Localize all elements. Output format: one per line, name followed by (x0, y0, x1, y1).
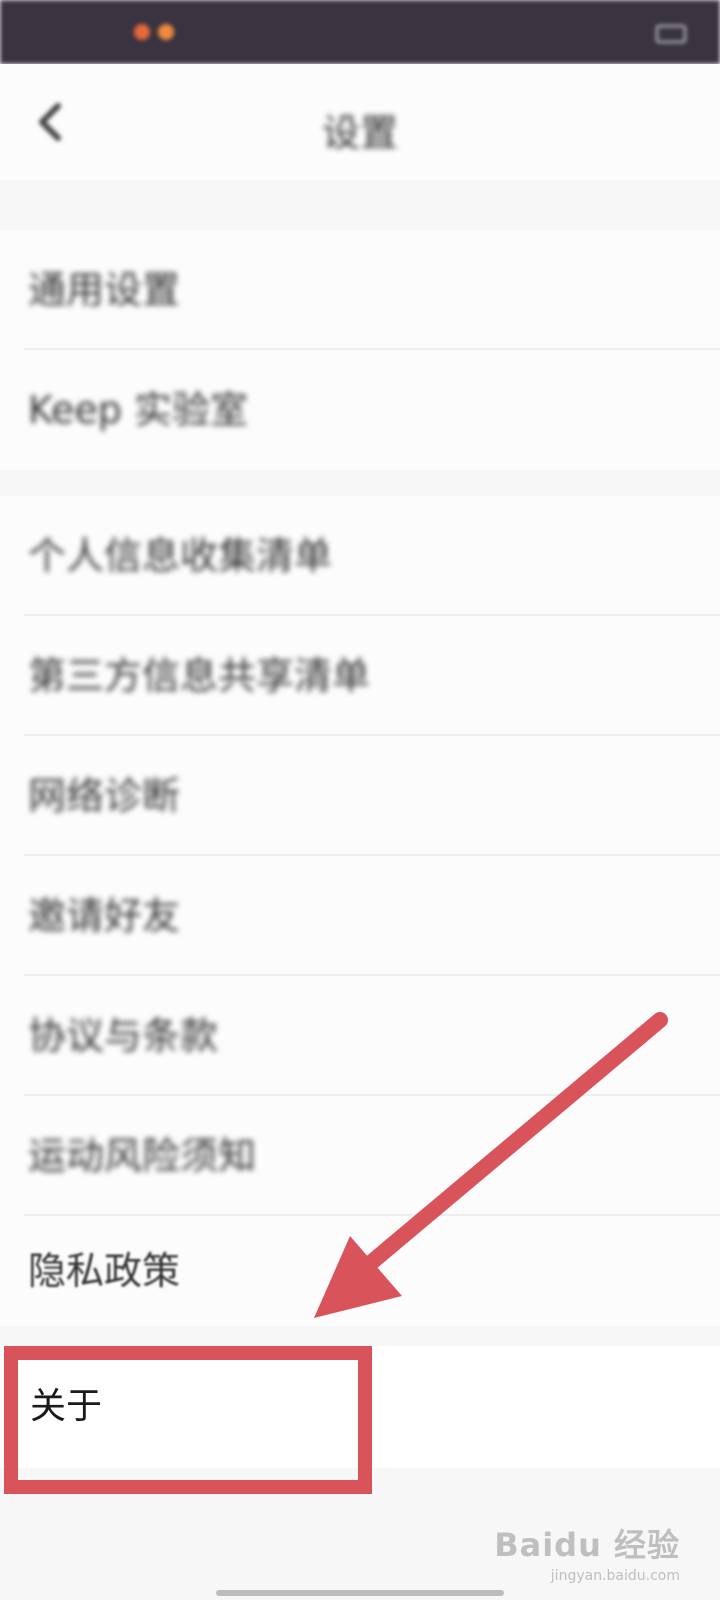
list-item-label: 协议与条款 (28, 1014, 219, 1058)
status-icons (650, 20, 686, 44)
list-item-exercise-risk[interactable]: 运动风险须知 (0, 1096, 720, 1216)
settings-group-general: 通用设置 Keep 实验室 (0, 230, 720, 470)
list-item-general-settings[interactable]: 通用设置 (0, 230, 720, 350)
home-indicator[interactable] (216, 1590, 504, 1596)
list-item-label: 第三方信息共享清单 (28, 654, 371, 698)
list-item-invite-friends[interactable]: 邀请好友 (0, 856, 720, 976)
settings-group-info: 个人信息收集清单 第三方信息共享清单 网络诊断 邀请好友 协议与条款 运动风险须… (0, 496, 720, 1326)
page-title: 设置 (321, 111, 398, 155)
list-item-label: 运动风险须知 (28, 1134, 257, 1178)
list-item-network-diagnosis[interactable]: 网络诊断 (0, 736, 720, 856)
list-item-terms[interactable]: 协议与条款 (0, 976, 720, 1096)
list-item-label: 邀请好友 (28, 894, 181, 938)
list-item-label: 网络诊断 (28, 774, 181, 818)
list-item-label: 通用设置 (28, 268, 181, 312)
battery-icon (656, 24, 686, 43)
list-item-about[interactable]: 关于 (0, 1346, 720, 1468)
list-item-third-party-list[interactable]: 第三方信息共享清单 (0, 616, 720, 736)
watermark: Baidu 经验 jingyan.baidu.com (494, 1520, 680, 1584)
app-header: 设置 (0, 64, 720, 180)
list-item-keep-lab[interactable]: Keep 实验室 (0, 350, 720, 470)
list-item-label: 关于 (30, 1386, 103, 1427)
watermark-url: jingyan.baidu.com (550, 1568, 680, 1584)
list-item-personal-info-list[interactable]: 个人信息收集清单 (0, 496, 720, 616)
list-item-privacy-policy[interactable]: 隐私政策 (0, 1216, 720, 1326)
list-item-label: Keep 实验室 (28, 388, 248, 432)
status-bar (0, 0, 720, 64)
notification-icon (134, 24, 150, 40)
list-item-label: 个人信息收集清单 (28, 534, 333, 578)
notification-icon (158, 24, 174, 40)
watermark-brand: Baidu 经验 (494, 1526, 680, 1564)
list-item-label: 隐私政策 (28, 1249, 181, 1293)
